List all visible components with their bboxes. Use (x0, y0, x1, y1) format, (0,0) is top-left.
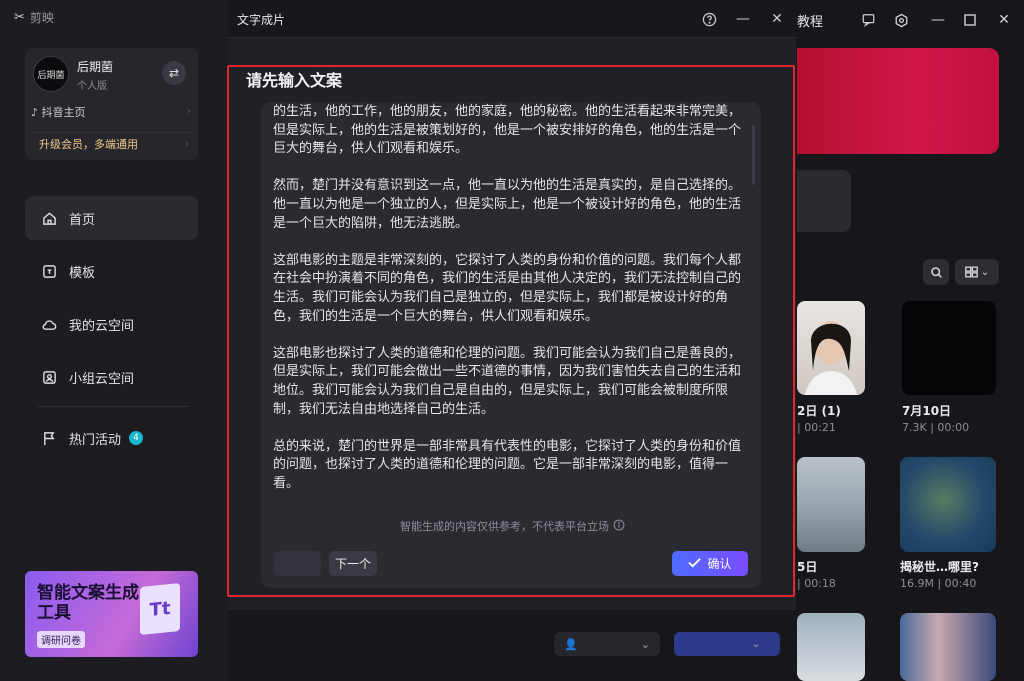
tutorial-link[interactable]: 教程 (797, 11, 823, 30)
switch-account-icon[interactable]: ⇄ (162, 61, 186, 85)
chevron-right-icon: › (184, 137, 189, 150)
capcut-logo-icon: ✂ (14, 10, 25, 25)
chevron-down-icon: ⌄ (980, 266, 990, 278)
video-meta: | 00:21 (797, 421, 836, 434)
nav-item-home[interactable]: 首页 (25, 196, 198, 240)
douyin-label: 抖音主页 (41, 106, 86, 119)
avatar[interactable]: 后期菌 (33, 56, 69, 92)
video-thumbnail[interactable] (900, 613, 996, 681)
template-icon (41, 263, 57, 279)
user-voice-icon: 👤 (564, 637, 578, 651)
nav-item-group-cloud[interactable]: 小组云空间 (25, 355, 198, 399)
settings-gear-icon[interactable] (891, 10, 911, 30)
brand-name: 剪映 (29, 11, 54, 25)
nav-item-my-cloud[interactable]: 我的云空间 (25, 302, 198, 346)
video-thumbnail[interactable] (797, 301, 865, 395)
video-meta: 16.9M | 00:40 (900, 577, 977, 590)
view-mode-button[interactable]: ⌄ (955, 259, 999, 285)
notification-badge: 4 (129, 431, 144, 445)
search-icon[interactable] (923, 259, 949, 285)
app-window: ✂ 剪映 后期菌 后期菌 个人版 ⇄ ♪ 抖音主页 › 升级会员，多端通用 › … (0, 0, 1024, 681)
nav-label-home: 首页 (69, 212, 96, 228)
video-title: 5日 (797, 560, 818, 574)
sidebar-divider (38, 406, 188, 407)
flag-icon (41, 430, 57, 446)
voice-selector[interactable]: 👤 ⌄ (554, 632, 660, 656)
dialog-title: 文字成片 (237, 13, 286, 27)
dialog-titlebar: 文字成片 — ✕ (228, 0, 796, 38)
close-window-icon[interactable]: ✕ (994, 10, 1014, 30)
nav-label-group-cloud: 小组云空间 (69, 371, 135, 387)
feature-banner[interactable] (797, 48, 999, 154)
nav-item-hot-events[interactable]: 热门活动 4 (25, 416, 198, 460)
nav-label-hot-events: 热门活动 (69, 432, 122, 448)
user-tier: 个人版 (77, 81, 107, 92)
brand: ✂ 剪映 (14, 9, 54, 26)
minimize-icon[interactable]: — (928, 10, 948, 30)
video-thumbnail[interactable] (900, 457, 996, 552)
chevron-down-icon: ⌄ (640, 637, 650, 651)
nav-label-template: 模板 (69, 265, 96, 281)
chevron-right-icon: › (186, 104, 191, 117)
video-title: 揭秘世…哪里? (900, 560, 979, 574)
dialog-close-icon[interactable]: ✕ (768, 10, 786, 28)
chevron-down-icon: ⌄ (751, 638, 760, 650)
highlight-frame (227, 65, 795, 597)
profile-card: 后期菌 后期菌 个人版 ⇄ ♪ 抖音主页 › 升级会员，多端通用 › (25, 48, 198, 160)
douyin-icon: ♪ (31, 106, 42, 119)
video-thumbnail[interactable] (902, 301, 996, 395)
video-thumbnail[interactable] (797, 457, 865, 552)
feedback-icon[interactable] (858, 10, 878, 30)
video-title: 2日 (1) (797, 404, 841, 418)
text-tool-icon: Tt (140, 582, 180, 636)
cloud-icon (41, 316, 57, 332)
video-meta: | 00:18 (797, 577, 836, 590)
video-meta: 7.3K | 00:00 (902, 421, 970, 434)
generate-video-button[interactable]: ⌄ (674, 632, 780, 656)
promo-subtitle: 调研问卷 (37, 631, 85, 648)
home-icon (41, 210, 57, 226)
douyin-link[interactable]: ♪ 抖音主页 › (31, 104, 191, 120)
upgrade-label: 升级会员，多端通用 (39, 137, 138, 151)
promo-banner[interactable]: 智能文案生成工具 调研问卷 Tt (25, 571, 198, 657)
sidebar: ✂ 剪映 后期菌 后期菌 个人版 ⇄ ♪ 抖音主页 › 升级会员，多端通用 › … (0, 0, 228, 681)
group-cloud-icon (41, 369, 57, 385)
promo-title: 智能文案生成工具 (37, 583, 139, 623)
feature-card[interactable] (797, 170, 851, 232)
user-name: 后期菌 (77, 60, 114, 74)
upgrade-button[interactable]: 升级会员，多端通用 › (31, 132, 193, 154)
nav-item-template[interactable]: 模板 (25, 249, 198, 293)
nav-label-my-cloud: 我的云空间 (69, 318, 135, 334)
video-title: 7月10日 (902, 404, 952, 418)
video-thumbnail[interactable] (797, 613, 865, 681)
maximize-icon[interactable] (960, 10, 980, 30)
help-icon[interactable] (700, 10, 718, 28)
dialog-minimize-icon[interactable]: — (734, 10, 752, 28)
